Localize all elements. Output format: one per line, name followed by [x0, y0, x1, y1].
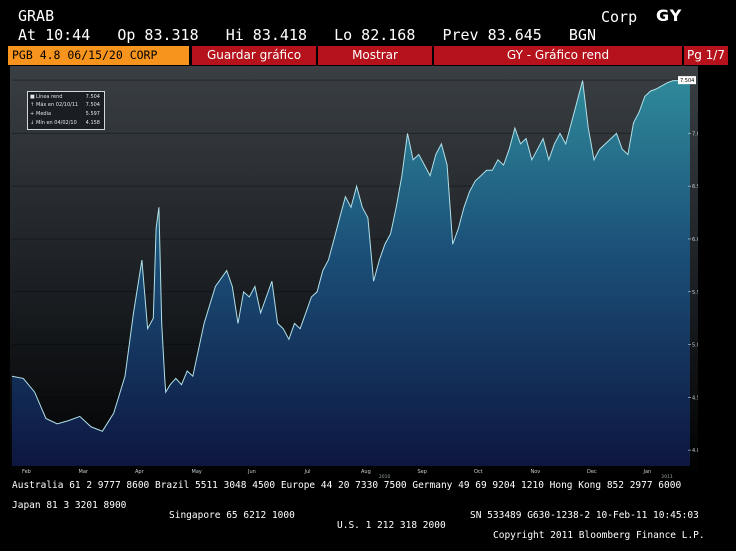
legend-item: ↑ Máx en 02/10/11 7.504	[30, 102, 100, 108]
y-tick-label: 4.000	[692, 448, 698, 454]
current-value-marker: 7.504	[678, 76, 696, 85]
header-bar: GRAB At 10:44 Op 83.318 Hi 83.418 Lo 82.…	[0, 0, 736, 46]
save-chart-button[interactable]: Guardar gráfico	[192, 46, 316, 65]
x-tick-label: Jul	[304, 469, 311, 475]
x-tick-label: Mar	[79, 469, 89, 475]
x-tick-label: Sep	[418, 469, 427, 475]
y-tick-label: 6.500	[692, 184, 698, 190]
copyright-label: Copyright 2011 Bloomberg Finance L.P.	[493, 530, 705, 541]
legend-item: ■Línea rend 7.504	[30, 94, 100, 100]
year-label: 2011	[661, 474, 673, 478]
y-tick-label: 5.500	[692, 290, 698, 296]
x-tick-label: Apr	[135, 469, 145, 475]
chart-title-tab[interactable]: GY - Gráfico rend	[434, 46, 682, 65]
x-tick-label: Nov	[531, 469, 541, 475]
security-field[interactable]: PGB 4.8 06/15/20 CORP	[8, 46, 189, 65]
page-indicator[interactable]: Pg 1/7	[684, 46, 728, 65]
market-sector-label: Corp	[601, 8, 638, 26]
x-tick-label: Oct	[474, 469, 483, 475]
function-toolbar: PGB 4.8 06/15/20 CORP Guardar gráfico Mo…	[8, 46, 728, 65]
show-button[interactable]: Mostrar	[318, 46, 432, 65]
x-tick-label: May	[192, 469, 202, 475]
y-tick-label: 5.000	[692, 343, 698, 349]
x-tick-label: Jun	[247, 469, 256, 475]
year-label: 2010	[379, 474, 391, 478]
legend-item: ↓ Mín en 04/02/10 4.158	[30, 120, 100, 126]
x-tick-label: Feb	[22, 469, 31, 475]
function-code-label: GY	[656, 6, 683, 25]
y-tick-label: 6.000	[692, 237, 698, 243]
y-tick-label: 7.000	[692, 131, 698, 137]
chart-legend: ■Línea rend 7.504 ↑ Máx en 02/10/11 7.504…	[27, 91, 105, 130]
quote-line: At 10:44 Op 83.318 Hi 83.418 Lo 82.168 P…	[18, 26, 596, 44]
footer-contacts: Australia 61 2 9777 8600 Brazil 5511 304…	[12, 480, 732, 541]
x-tick-label: Jan	[643, 469, 652, 475]
legend-item: + Media 5.597	[30, 111, 100, 117]
footer-line-1: Australia 61 2 9777 8600 Brazil 5511 304…	[12, 480, 682, 491]
y-tick-label: 4.500	[692, 395, 698, 401]
current-value-label: 7.504	[680, 78, 694, 84]
yield-chart[interactable]: 4.000 4.500 5.000 5.500 6.000 6.500 7.000 Feb M…	[10, 66, 698, 478]
x-tick-label: Aug	[361, 469, 371, 475]
ticker-label: GRAB	[18, 7, 55, 25]
x-tick-label: Dec	[587, 469, 597, 475]
